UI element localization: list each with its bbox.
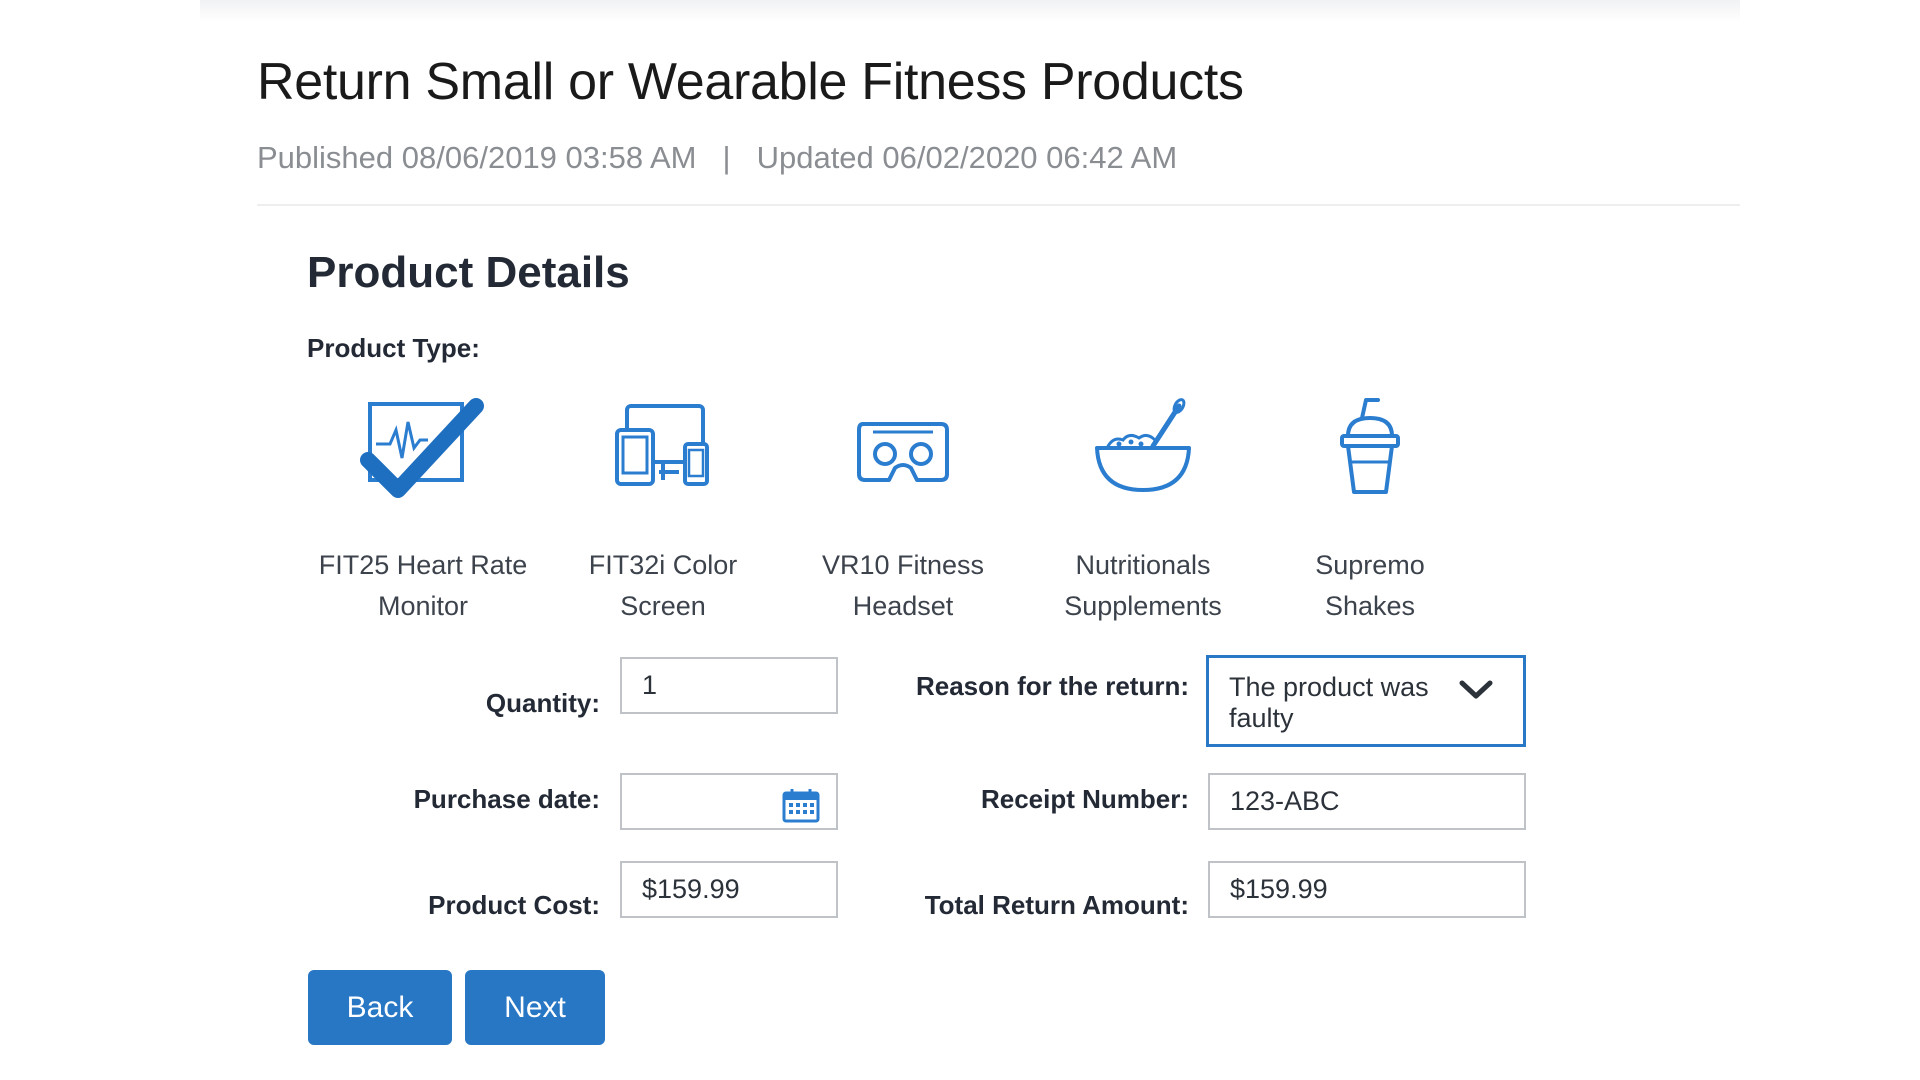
product-cost-label: Product Cost:	[428, 890, 600, 920]
reason-select[interactable]: The product was faulty	[1206, 655, 1526, 747]
purchase-date-input[interactable]	[620, 773, 838, 830]
shake-cup-icon	[1250, 392, 1490, 512]
quantity-label: Quantity:	[485, 688, 600, 718]
calendar-icon[interactable]	[782, 787, 820, 830]
updated-date: Updated 06/02/2020 06:42 AM	[756, 140, 1178, 175]
next-button[interactable]: Next	[465, 970, 605, 1045]
receipt-number-input[interactable]: 123-ABC	[1208, 773, 1526, 830]
product-name: Nutritionals Supplements	[1064, 550, 1222, 621]
product-option-supplements[interactable]: Nutritionals Supplements	[1023, 392, 1263, 627]
product-option-shakes[interactable]: Supremo Shakes	[1250, 392, 1490, 627]
meta-separator: |	[722, 140, 731, 175]
section-title: Product Details	[307, 248, 630, 297]
bowl-icon	[1023, 392, 1263, 512]
product-option-fit32i[interactable]: FIT32i Color Screen	[543, 392, 783, 627]
product-name: FIT25 Heart Rate Monitor	[318, 550, 528, 621]
published-date: Published 08/06/2019 03:58 AM	[257, 140, 697, 175]
product-option-fit25[interactable]: FIT25 Heart Rate Monitor	[303, 392, 543, 627]
back-button[interactable]: Back	[308, 970, 452, 1045]
product-name: Supremo Shakes	[1315, 550, 1425, 621]
total-return-label: Total Return Amount:	[924, 890, 1189, 920]
reason-label: Reason for the return:	[915, 671, 1189, 701]
heart-rate-monitor-icon	[303, 392, 543, 512]
vr-headset-icon	[783, 392, 1023, 512]
receipt-number-label: Receipt Number:	[980, 784, 1189, 814]
quantity-input[interactable]: 1	[620, 657, 838, 714]
total-return-input[interactable]: $159.99	[1208, 861, 1526, 918]
top-shadow	[200, 0, 1740, 22]
product-name: FIT32i Color Screen	[588, 550, 738, 621]
page-title: Return Small or Wearable Fitness Product…	[257, 53, 1244, 111]
publish-info: Published 08/06/2019 03:58 AM | Updated 06…	[257, 140, 1177, 176]
product-option-vr10[interactable]: VR10 Fitness Headset	[783, 392, 1023, 627]
devices-icon	[543, 392, 783, 512]
divider	[257, 204, 1740, 206]
reason-value: The product was faulty	[1229, 672, 1429, 733]
purchase-date-label: Purchase date:	[413, 784, 600, 814]
product-cost-input[interactable]: $159.99	[620, 861, 838, 918]
product-type-label: Product Type:	[307, 333, 480, 363]
chevron-down-icon	[1459, 676, 1493, 707]
product-name: VR10 Fitness Headset	[821, 550, 985, 621]
